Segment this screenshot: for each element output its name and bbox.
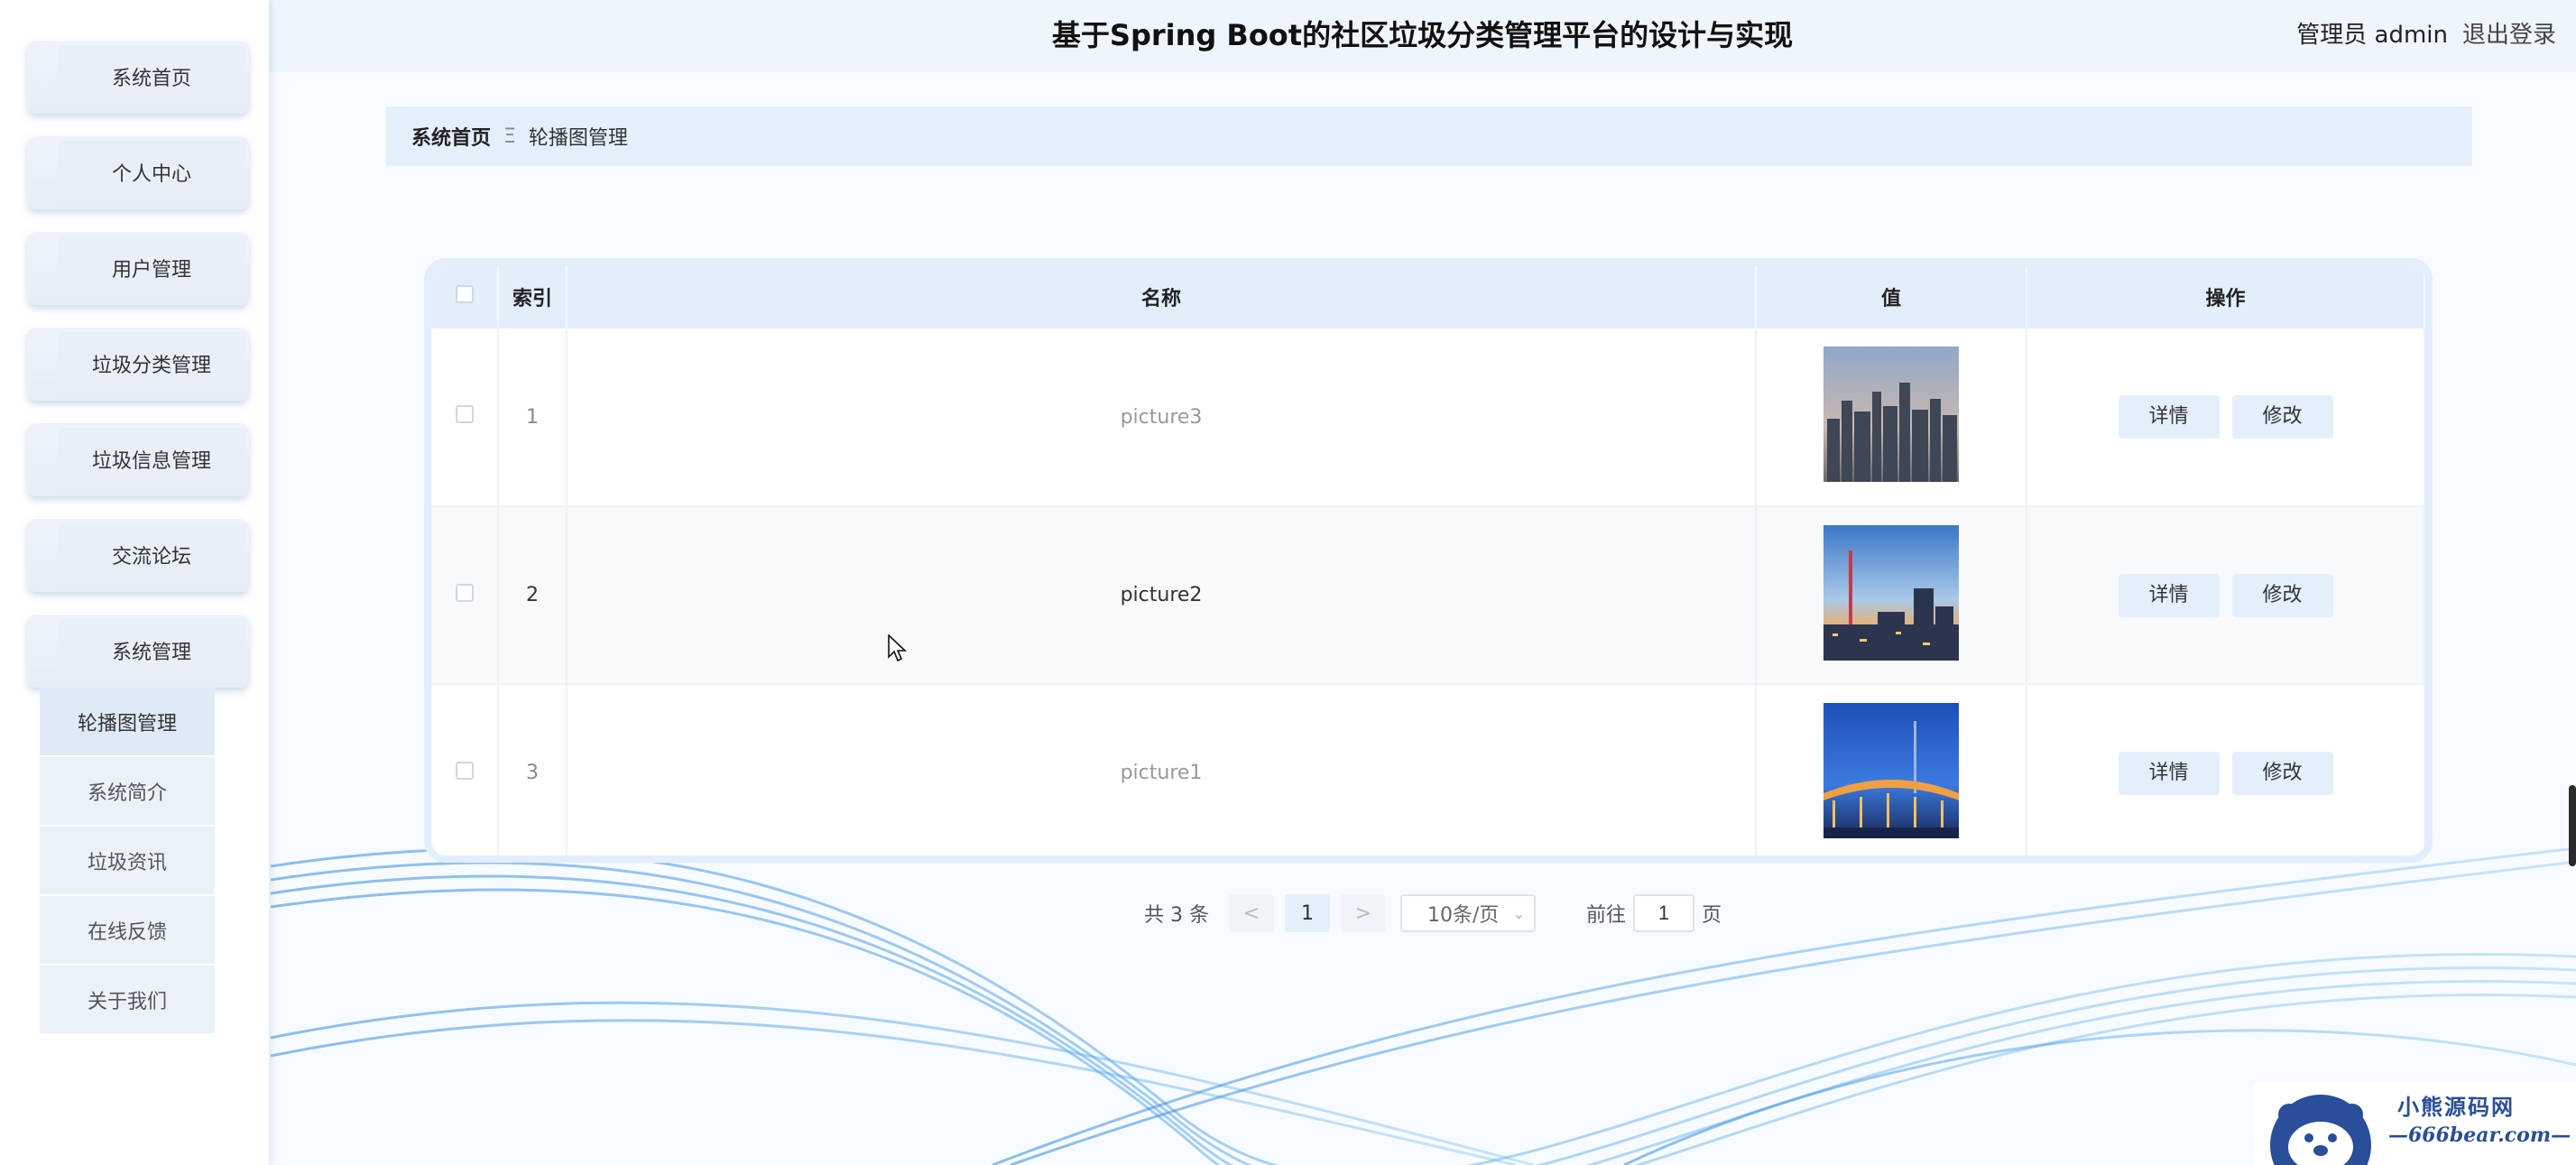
page-size-value: 10条/页 bbox=[1426, 904, 1500, 927]
breadcrumb: 系统首页 Ξ 轮播图管理 bbox=[386, 106, 2472, 166]
row-index: 3 bbox=[498, 684, 568, 855]
goto-prefix: 前往 bbox=[1585, 904, 1626, 927]
sidebar-item-waste-category[interactable]: 垃圾分类管理 bbox=[27, 327, 249, 401]
breadcrumb-separator: Ξ bbox=[503, 125, 516, 148]
top-header: 基于Spring Boot的社区垃圾分类管理平台的设计与实现 管理员 admin… bbox=[269, 0, 2576, 72]
table-row: 1 picture3 详情 修改 bbox=[431, 328, 2425, 507]
header-name: 名称 bbox=[567, 265, 1757, 328]
breadcrumb-home[interactable]: 系统首页 bbox=[411, 122, 491, 151]
pagination-total: 共 3 条 bbox=[1144, 904, 1209, 927]
row-index: 1 bbox=[498, 328, 568, 507]
header-value: 值 bbox=[1756, 265, 2027, 328]
goto-page: 前往 页 bbox=[1586, 894, 1722, 932]
row-checkbox-cell bbox=[431, 506, 499, 685]
user-label: 管理员 admin bbox=[2296, 22, 2448, 49]
sidebar-item-label: 垃圾信息管理 bbox=[58, 428, 245, 491]
table-header-row: 索引 名称 值 操作 bbox=[431, 265, 2425, 328]
edit-button[interactable]: 修改 bbox=[2231, 573, 2333, 617]
city-skyline-image bbox=[1824, 347, 1959, 482]
scrollbar-thumb[interactable] bbox=[2569, 785, 2576, 866]
row-value-cell bbox=[1756, 684, 2027, 855]
user-area: 管理员 admin 退出登录 bbox=[2296, 16, 2556, 50]
submenu-item-feedback[interactable]: 在线反馈 bbox=[40, 896, 215, 966]
submenu-item-carousel[interactable]: 轮播图管理 bbox=[40, 688, 215, 757]
row-name: picture2 bbox=[567, 506, 1757, 685]
header-actions: 操作 bbox=[2027, 265, 2425, 328]
row-checkbox-cell bbox=[431, 328, 499, 507]
row-checkbox-cell bbox=[431, 684, 499, 855]
detail-button[interactable]: 详情 bbox=[2118, 573, 2220, 617]
sidebar-item-label: 垃圾分类管理 bbox=[58, 332, 245, 395]
row-name: picture1 bbox=[567, 684, 1757, 855]
sidebar-item-label: 个人中心 bbox=[58, 141, 245, 204]
detail-button[interactable]: 详情 bbox=[2118, 751, 2220, 795]
table-row: 3 picture1 详情 修改 bbox=[431, 684, 2425, 855]
sidebar-item-label: 用户管理 bbox=[58, 236, 245, 300]
sidebar-item-waste-info[interactable]: 垃圾信息管理 bbox=[27, 422, 249, 496]
tower-dusk-image bbox=[1824, 524, 1959, 661]
pagination: 共 3 条 < 1 > 10条/页 ⌄ 前往 页 bbox=[1144, 893, 1722, 933]
logout-link[interactable]: 退出登录 bbox=[2462, 16, 2556, 50]
watermark-url: —666bear.com— bbox=[2388, 1123, 2571, 1147]
mouse-cursor-icon bbox=[888, 634, 908, 662]
carousel-table: 索引 名称 值 操作 1 picture3 详情 修改 2 picture2 详… bbox=[431, 265, 2425, 855]
header-select-all bbox=[431, 265, 499, 328]
sidebar-item-profile[interactable]: 个人中心 bbox=[27, 135, 249, 209]
select-all-checkbox[interactable] bbox=[455, 285, 474, 303]
watermark: 小熊源码网 —666bear.com— bbox=[2253, 1082, 2576, 1165]
bear-logo-icon bbox=[2270, 1095, 2371, 1165]
next-page-button[interactable]: > bbox=[1340, 894, 1386, 932]
watermark-title: 小熊源码网 bbox=[2397, 1095, 2515, 1120]
page-size-select[interactable]: 10条/页 ⌄ bbox=[1399, 894, 1536, 932]
edit-button[interactable]: 修改 bbox=[2231, 751, 2333, 795]
breadcrumb-current: 轮播图管理 bbox=[528, 127, 628, 150]
detail-button[interactable]: 详情 bbox=[2118, 395, 2220, 439]
system-submenu: 轮播图管理 系统简介 垃圾资讯 在线反馈 关于我们 bbox=[40, 688, 215, 1035]
chevron-down-icon: ⌄ bbox=[1512, 904, 1525, 922]
sidebar-item-label: 交流论坛 bbox=[58, 523, 245, 587]
row-name: picture3 bbox=[567, 328, 1757, 507]
sidebar-item-users[interactable]: 用户管理 bbox=[27, 231, 249, 305]
sidebar: 系统首页 个人中心 用户管理 垃圾分类管理 垃圾信息管理 交流论坛 系统管理 轮… bbox=[0, 0, 269, 1165]
submenu-item-intro[interactable]: 系统简介 bbox=[40, 757, 215, 827]
row-actions: 详情 修改 bbox=[2027, 328, 2425, 507]
row-value-cell bbox=[1756, 328, 2027, 507]
edit-button[interactable]: 修改 bbox=[2231, 395, 2333, 439]
carousel-table-card: 索引 名称 值 操作 1 picture3 详情 修改 2 picture2 详… bbox=[424, 258, 2433, 863]
sidebar-item-label: 系统管理 bbox=[58, 619, 245, 682]
goto-suffix: 页 bbox=[1702, 904, 1722, 927]
prev-page-button[interactable]: < bbox=[1228, 894, 1274, 932]
sidebar-item-home[interactable]: 系统首页 bbox=[27, 40, 249, 114]
row-value-cell bbox=[1756, 506, 2027, 685]
sidebar-item-label: 系统首页 bbox=[58, 45, 245, 108]
header-index: 索引 bbox=[498, 265, 568, 328]
page-number-button[interactable]: 1 bbox=[1284, 894, 1330, 932]
sidebar-item-system[interactable]: 系统管理 bbox=[27, 614, 249, 688]
goto-page-input[interactable] bbox=[1633, 894, 1694, 932]
submenu-item-about[interactable]: 关于我们 bbox=[40, 966, 215, 1035]
row-actions: 详情 修改 bbox=[2027, 684, 2425, 855]
sidebar-item-forum[interactable]: 交流论坛 bbox=[27, 518, 249, 592]
page-title: 基于Spring Boot的社区垃圾分类管理平台的设计与实现 bbox=[1051, 18, 1794, 52]
row-checkbox[interactable] bbox=[455, 761, 474, 780]
bridge-night-image bbox=[1824, 702, 1959, 838]
row-checkbox[interactable] bbox=[455, 405, 474, 423]
row-index: 2 bbox=[498, 506, 568, 685]
background-wave-decoration bbox=[271, 846, 2576, 1165]
row-checkbox[interactable] bbox=[455, 583, 474, 602]
submenu-item-news[interactable]: 垃圾资讯 bbox=[40, 827, 215, 896]
row-actions: 详情 修改 bbox=[2027, 506, 2425, 685]
table-row: 2 picture2 详情 修改 bbox=[431, 506, 2425, 685]
